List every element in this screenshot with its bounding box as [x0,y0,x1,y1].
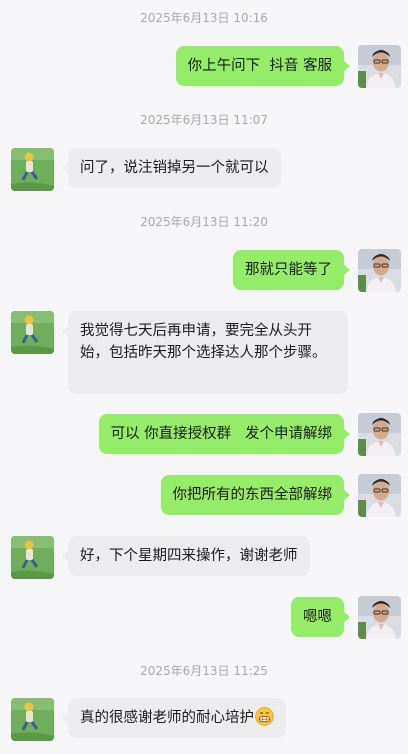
my-avatar[interactable] [358,413,401,456]
my-avatar[interactable] [358,596,401,639]
message-timestamp: 2025年6月13日 11:25 [140,664,268,678]
outgoing-message-bubble[interactable]: 那就只能等了 [233,250,350,290]
contact-avatar[interactable] [11,311,54,354]
child-on-grass-avatar-icon [11,536,54,579]
message-timestamp: 2025年6月13日 11:07 [140,113,268,127]
incoming-message-bubble[interactable]: 我觉得七天后再申请，要完全从头开始，包括昨天那个选择达人那个步骤。 [62,311,348,394]
outgoing-message-bubble[interactable]: 嗯嗯 [291,597,350,637]
person-avatar-icon [358,474,401,517]
person-avatar-icon [358,596,401,639]
my-avatar[interactable] [358,45,401,88]
person-avatar-icon [358,413,401,456]
message-timestamp: 2025年6月13日 11:20 [140,215,268,229]
child-on-grass-avatar-icon [11,148,54,191]
child-on-grass-avatar-icon [11,698,54,741]
message-timestamp: 2025年6月13日 10:16 [140,11,268,25]
my-avatar[interactable] [358,249,401,292]
incoming-message-bubble[interactable]: 真的很感谢老师的耐心培护 [62,698,286,738]
outgoing-message-bubble[interactable]: 可以 你直接授权群 发个申请解绑 [98,414,351,454]
contact-avatar[interactable] [11,698,54,741]
chat-history[interactable]: 2025年6月13日 10:16 你上午问下 抖音 客服 2025年6月13日 … [0,0,408,754]
incoming-message-bubble[interactable]: 问了，说注销掉另一个就可以 [62,148,281,188]
outgoing-message-bubble[interactable]: 你把所有的东西全部解绑 [160,475,350,515]
child-on-grass-avatar-icon [11,311,54,354]
contact-avatar[interactable] [11,148,54,191]
person-avatar-icon [358,45,401,88]
person-avatar-icon [358,249,401,292]
grinning-face-emoji-icon [255,707,274,726]
outgoing-message-bubble[interactable]: 你上午问下 抖音 客服 [175,46,351,86]
message-text: 真的很感谢老师的耐心培护 [80,710,254,726]
incoming-message-bubble[interactable]: 好，下个星期四来操作，谢谢老师 [62,536,310,576]
contact-avatar[interactable] [11,536,54,579]
my-avatar[interactable] [358,474,401,517]
